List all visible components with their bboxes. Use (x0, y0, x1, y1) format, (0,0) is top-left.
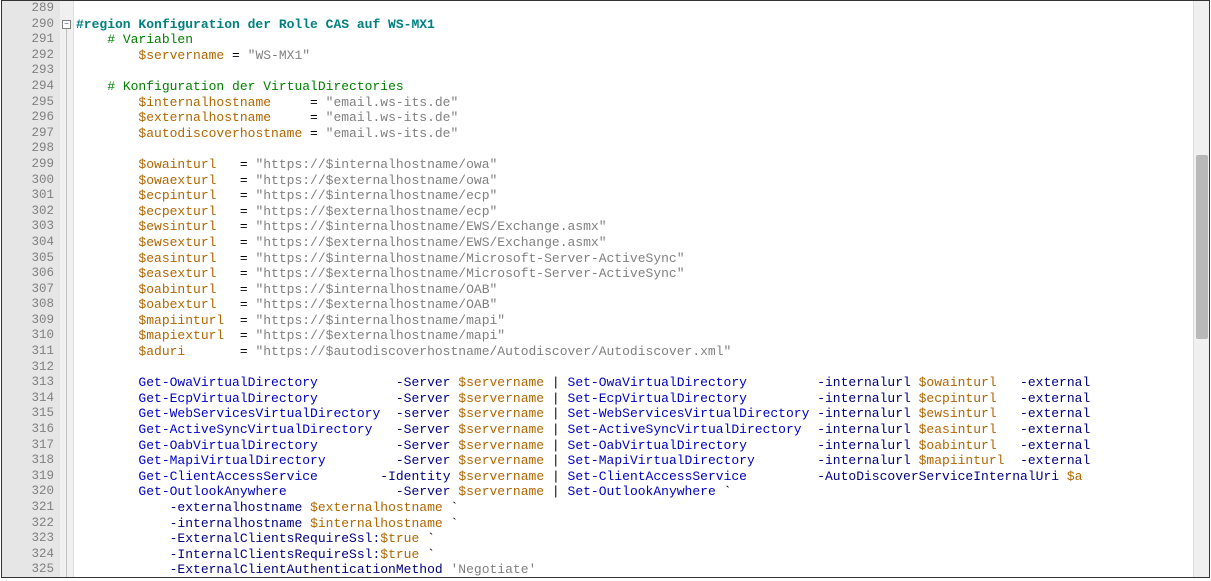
code-line[interactable]: $autodiscoverhostname = "email.ws-its.de… (76, 126, 1193, 142)
line-number: 309 (2, 313, 54, 329)
line-number: 304 (2, 235, 54, 251)
line-number: 311 (2, 344, 54, 360)
line-number: 294 (2, 79, 54, 95)
line-number: 316 (2, 422, 54, 438)
code-line[interactable]: $mapiexturl = "https://$externalhostname… (76, 328, 1193, 344)
code-line[interactable]: $ewsinturl = "https://$internalhostname/… (76, 219, 1193, 235)
code-line[interactable]: $mapiinturl = "https://$internalhostname… (76, 313, 1193, 329)
code-line[interactable]: Get-MapiVirtualDirectory -Server $server… (76, 453, 1193, 469)
code-editor[interactable]: 2892902912922932942952962972982993003013… (1, 0, 1210, 578)
line-number: 308 (2, 297, 54, 313)
line-number: 305 (2, 251, 54, 267)
line-number: 295 (2, 95, 54, 111)
code-line[interactable]: Get-OutlookAnywhere -Server $servername … (76, 484, 1193, 500)
line-number: 292 (2, 48, 54, 64)
line-number: 293 (2, 63, 54, 79)
line-number: 322 (2, 516, 54, 532)
line-number: 315 (2, 406, 54, 422)
line-number: 310 (2, 328, 54, 344)
code-line[interactable] (76, 63, 1193, 79)
line-number: 323 (2, 531, 54, 547)
line-number: 299 (2, 157, 54, 173)
line-number: 297 (2, 126, 54, 142)
code-line[interactable] (76, 141, 1193, 157)
code-line[interactable]: Get-EcpVirtualDirectory -Server $servern… (76, 391, 1193, 407)
code-line[interactable] (76, 1, 1193, 17)
code-line[interactable]: $owaexturl = "https://$externalhostname/… (76, 173, 1193, 189)
code-line[interactable]: -InternalClientsRequireSsl:$true ` (76, 547, 1193, 563)
line-number: 296 (2, 110, 54, 126)
code-line[interactable]: $ewsexturl = "https://$externalhostname/… (76, 235, 1193, 251)
code-line[interactable]: -internalhostname $internalhostname ` (76, 516, 1193, 532)
line-number: 290 (2, 17, 54, 33)
line-number: 317 (2, 438, 54, 454)
code-line[interactable]: $oabinturl = "https://$internalhostname/… (76, 282, 1193, 298)
line-number: 301 (2, 188, 54, 204)
code-line[interactable]: -ExternalClientAuthenticationMethod 'Neg… (76, 562, 1193, 577)
vertical-scrollbar[interactable] (1193, 1, 1209, 577)
line-number: 321 (2, 500, 54, 516)
code-line[interactable]: Get-WebServicesVirtualDirectory -server … (76, 406, 1193, 422)
code-line[interactable]: $servername = "WS-MX1" (76, 48, 1193, 64)
code-line[interactable]: Get-ClientAccessService -Identity $serve… (76, 469, 1193, 485)
fold-toggle-icon[interactable]: − (62, 20, 71, 29)
line-number: 312 (2, 360, 54, 376)
fold-margin: − (60, 1, 74, 577)
code-line[interactable] (76, 360, 1193, 376)
fold-guide-line (66, 29, 67, 578)
code-line[interactable]: # Konfiguration der VirtualDirectories (76, 79, 1193, 95)
line-number: 289 (2, 1, 54, 17)
code-line[interactable]: $ecpinturl = "https://$internalhostname/… (76, 188, 1193, 204)
line-number: 307 (2, 282, 54, 298)
line-number: 320 (2, 484, 54, 500)
code-line[interactable]: #region Konfiguration der Rolle CAS auf … (76, 17, 1193, 33)
line-number: 318 (2, 453, 54, 469)
line-number: 300 (2, 173, 54, 189)
code-line[interactable]: $externalhostname = "email.ws-its.de" (76, 110, 1193, 126)
line-number: 325 (2, 562, 54, 578)
line-number: 324 (2, 547, 54, 563)
line-number: 303 (2, 219, 54, 235)
code-line[interactable]: $internalhostname = "email.ws-its.de" (76, 95, 1193, 111)
code-line[interactable]: # Variablen (76, 32, 1193, 48)
code-line[interactable]: $ecpexturl = "https://$externalhostname/… (76, 204, 1193, 220)
line-number: 313 (2, 375, 54, 391)
code-content[interactable]: #region Konfiguration der Rolle CAS auf … (76, 1, 1193, 577)
code-line[interactable]: $easinturl = "https://$internalhostname/… (76, 251, 1193, 267)
scrollbar-thumb[interactable] (1196, 155, 1208, 339)
line-number: 306 (2, 266, 54, 282)
code-line[interactable]: Get-ActiveSyncVirtualDirectory -Server $… (76, 422, 1193, 438)
code-line[interactable]: $easexturl = "https://$externalhostname/… (76, 266, 1193, 282)
code-line[interactable]: $aduri = "https://$autodiscoverhostname/… (76, 344, 1193, 360)
code-line[interactable]: $owainturl = "https://$internalhostname/… (76, 157, 1193, 173)
code-line[interactable]: -externalhostname $externalhostname ` (76, 500, 1193, 516)
code-line[interactable]: -ExternalClientsRequireSsl:$true ` (76, 531, 1193, 547)
line-number-gutter: 2892902912922932942952962972982993003013… (2, 1, 60, 577)
line-number: 302 (2, 204, 54, 220)
code-line[interactable]: $oabexturl = "https://$externalhostname/… (76, 297, 1193, 313)
line-number: 314 (2, 391, 54, 407)
line-number: 291 (2, 32, 54, 48)
line-number: 319 (2, 469, 54, 485)
code-line[interactable]: Get-OwaVirtualDirectory -Server $servern… (76, 375, 1193, 391)
code-line[interactable]: Get-OabVirtualDirectory -Server $servern… (76, 438, 1193, 454)
line-number: 298 (2, 141, 54, 157)
